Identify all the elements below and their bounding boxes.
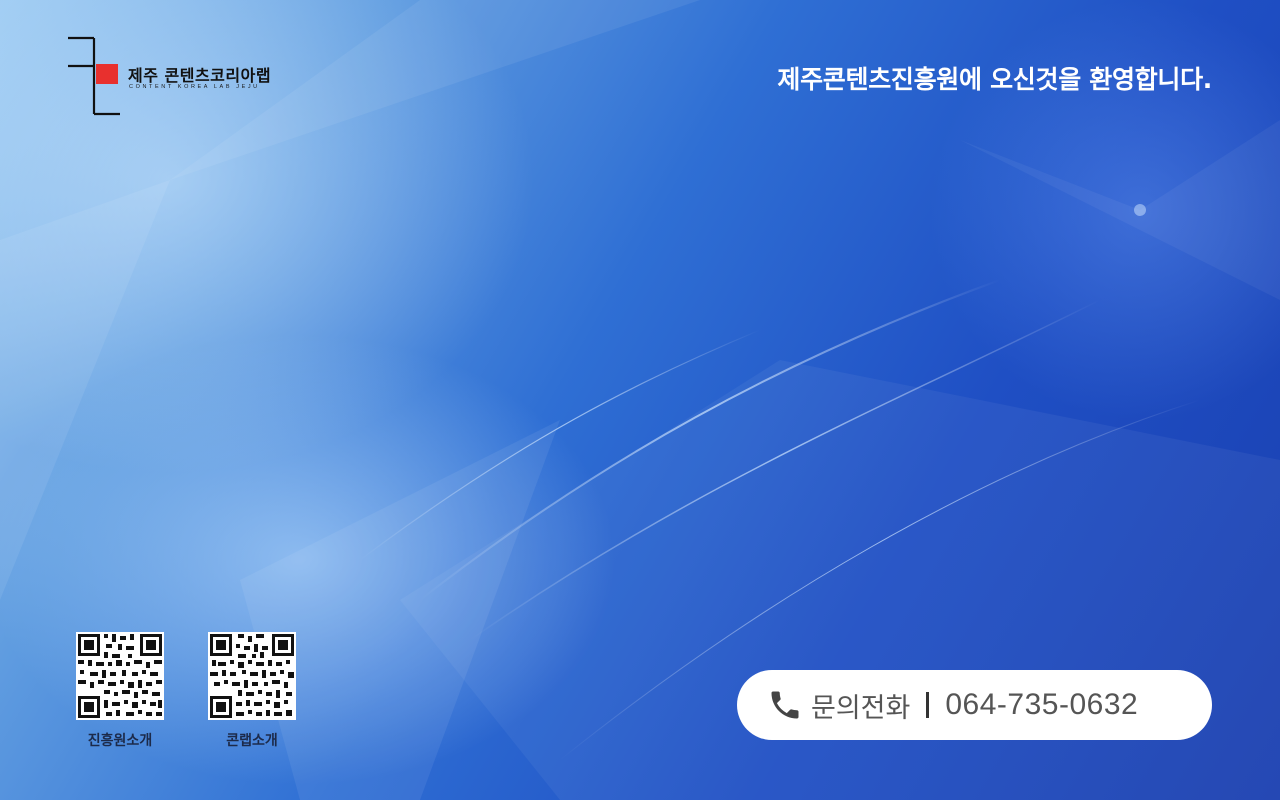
contact-phone-button[interactable]: 문의전화 064-735-0632 [737,670,1212,740]
qr-label: 콘랩소개 [226,733,278,749]
qr-code-icon[interactable] [76,632,164,720]
divider [926,692,930,718]
site-logo[interactable]: 제주 콘텐츠코리아랩 CONTENT KOREA LAB JEJU [66,36,296,118]
qr-label: 진흥원소개 [87,733,153,749]
contact-phone-number[interactable]: 064-735-0632 [945,688,1138,722]
logo-title: 제주 콘텐츠코리아랩 [128,66,272,85]
contact-label: 문의전화 [811,692,911,724]
logo-subtitle: CONTENT KOREA LAB JEJU [129,84,260,90]
qr-group-promotion[interactable]: 진흥원소개 [70,632,170,750]
qr-code-icon[interactable] [208,632,296,720]
welcome-message: 제주콘텐츠진흥원에 오신것을 환영합니다. [777,65,1212,94]
qr-group-contentlab[interactable]: 콘랩소개 [202,632,302,750]
phone-icon [771,691,799,719]
logo-red-square [96,64,118,84]
